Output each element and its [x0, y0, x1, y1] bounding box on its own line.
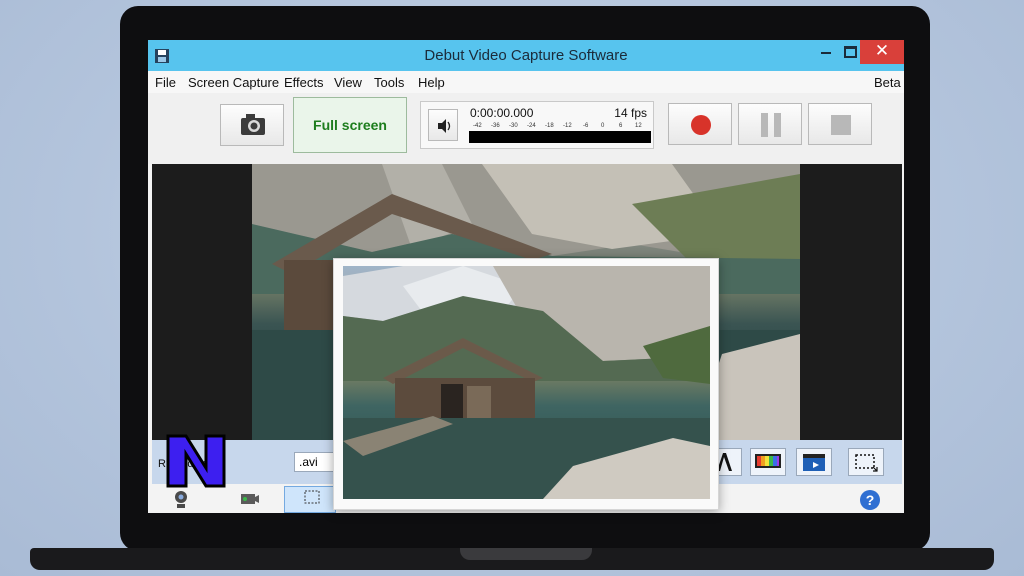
db-scale: -42 -36 -30 -24 -18 -12 -6 0 6 12: [471, 123, 649, 131]
db-tick: -36: [491, 123, 500, 129]
overlay-photo-card: [333, 258, 719, 510]
menu-file[interactable]: File: [155, 75, 176, 90]
maximize-button[interactable]: [838, 40, 860, 64]
db-tick: -24: [527, 123, 536, 129]
db-tick: -42: [473, 123, 482, 129]
full-screen-button[interactable]: Full screen: [293, 97, 407, 153]
db-tick: -6: [583, 123, 589, 129]
window-title: Debut Video Capture Software: [424, 47, 628, 64]
db-tick: 12: [635, 123, 642, 129]
db-tick: -12: [563, 123, 572, 129]
screen-region-icon: [304, 490, 320, 504]
db-tick: -18: [545, 123, 554, 129]
record-button[interactable]: [668, 103, 732, 145]
volume-button[interactable]: [428, 109, 458, 141]
full-screen-label: Full screen: [313, 117, 387, 133]
help-icon[interactable]: ?: [860, 490, 880, 510]
menu-help[interactable]: Help: [418, 75, 445, 90]
frame-rate: 14 fps: [614, 106, 647, 120]
elapsed-time: 0:00:00.000: [470, 106, 534, 120]
menu-tools[interactable]: Tools: [374, 75, 404, 90]
db-tick: -30: [509, 123, 518, 129]
audio-meter-panel: 0:00:00.000 14 fps -42 -36 -30 -24 -18 -…: [420, 101, 654, 149]
speaker-icon: [438, 119, 451, 133]
selection-rect-icon: [855, 454, 878, 472]
menu-effects[interactable]: Effects: [284, 75, 324, 90]
channel-logo: [166, 434, 226, 488]
pause-icon: [761, 113, 781, 137]
db-tick: 0: [601, 123, 605, 129]
menu-bar: File Screen Capture Effects View Tools H…: [148, 71, 904, 93]
record-dot-icon: [691, 115, 711, 135]
camera-icon: [241, 114, 265, 135]
db-tick: 6: [619, 123, 623, 129]
minimize-button[interactable]: [815, 40, 837, 64]
beta-badge: Beta: [874, 75, 901, 90]
stop-button[interactable]: [808, 103, 872, 145]
toolbar: Full screen 0:00:00.000 14 fps -42 -36 -…: [148, 93, 904, 164]
laptop-notch: [460, 548, 592, 560]
stop-square-icon: [831, 115, 851, 135]
audio-level-bar: [469, 131, 651, 143]
color-bars-icon: [755, 454, 781, 468]
menu-view[interactable]: View: [334, 75, 362, 90]
device-capture-icon[interactable]: [238, 488, 260, 510]
menu-screen-capture[interactable]: Screen Capture: [188, 75, 279, 90]
screen-capture-source[interactable]: [284, 486, 336, 513]
snapshot-button[interactable]: [220, 104, 284, 146]
video-effects-button[interactable]: [796, 448, 832, 476]
region-select-button[interactable]: [848, 448, 884, 476]
pause-button[interactable]: [738, 103, 802, 145]
close-button[interactable]: ✕: [860, 40, 904, 64]
overlay-photo: [343, 266, 710, 499]
color-adjust-button[interactable]: [750, 448, 786, 476]
title-bar: Debut Video Capture Software ✕: [148, 40, 904, 71]
clapper-icon: [803, 454, 825, 471]
